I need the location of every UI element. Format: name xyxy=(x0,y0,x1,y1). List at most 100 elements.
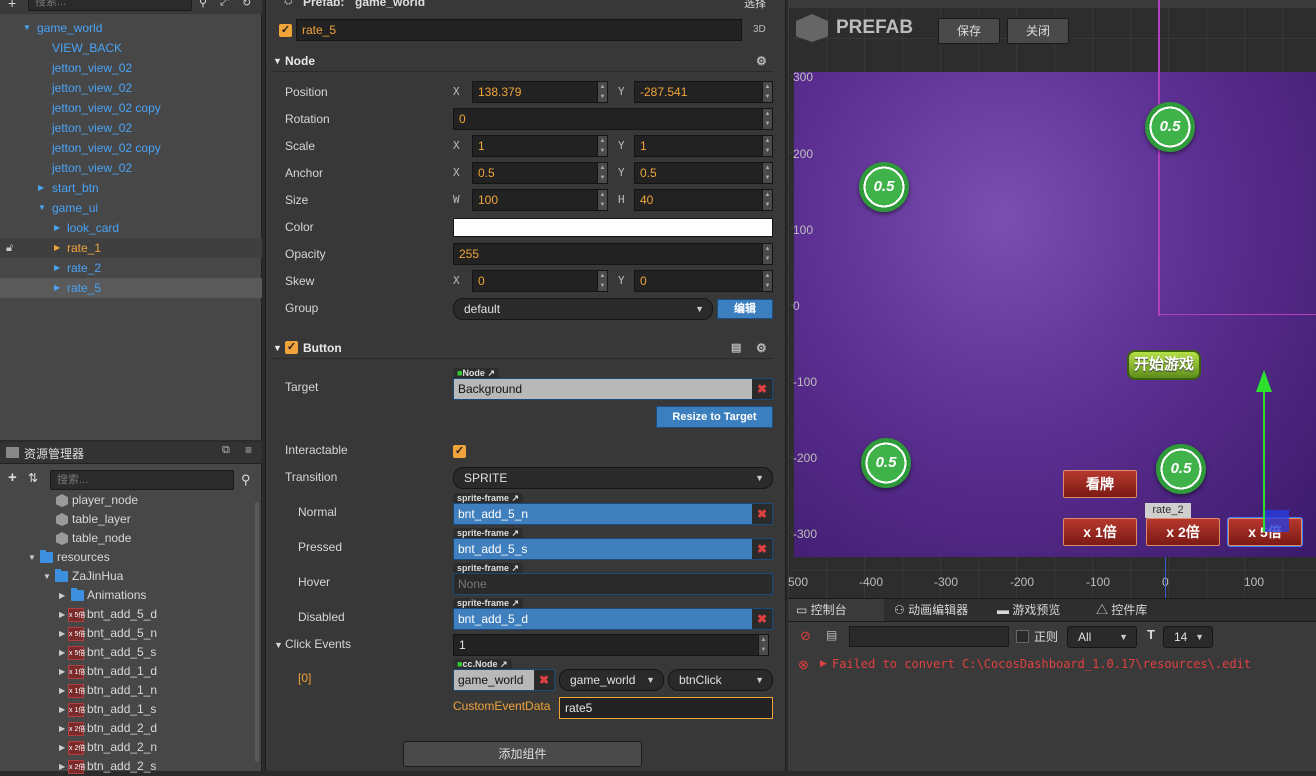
tree-item[interactable]: jetton_view_02 xyxy=(0,118,262,138)
save-button[interactable]: 保存 xyxy=(938,18,1000,44)
look-card-button[interactable]: 看牌 xyxy=(1063,470,1137,498)
expand-arrow-icon[interactable]: ▶ xyxy=(59,586,65,605)
tree-item-look-card[interactable]: ▶ look_card xyxy=(0,218,262,238)
button-section-header[interactable]: ▼ ✓ Button ▤ ⚙ xyxy=(271,337,773,359)
spinner-icon[interactable]: ▲ ▼ xyxy=(762,136,772,156)
disabled-sprite-field[interactable]: bnt_add_5_d ✖ xyxy=(453,608,773,630)
link-icon[interactable]: ↗ xyxy=(497,659,508,669)
expand-arrow-icon[interactable]: ▶ xyxy=(59,738,65,757)
spinner-icon[interactable]: ▲ ▼ xyxy=(762,271,772,291)
tree-item[interactable]: jetton_view_02 xyxy=(0,158,262,178)
close-button[interactable]: 关闭 xyxy=(1007,18,1069,44)
asset-item[interactable]: ▶ x 5倍 bnt_add_5_n xyxy=(0,624,262,643)
asset-folder-zajinhua[interactable]: ▼ ZaJinHua xyxy=(0,567,262,586)
console-filter-input[interactable] xyxy=(849,626,1009,647)
menu-icon[interactable]: ≡ xyxy=(245,443,252,457)
asset-folder-resources[interactable]: ▼ resources xyxy=(0,548,262,567)
collapse-arrow-icon[interactable]: ▼ xyxy=(273,50,282,72)
expand-arrow-icon[interactable]: ▶ xyxy=(59,681,65,700)
link-icon[interactable]: ↗ xyxy=(509,528,520,538)
start-game-button[interactable]: 开始游戏 xyxy=(1127,350,1201,380)
spinner-icon[interactable]: ▲ ▼ xyxy=(762,190,772,210)
node-active-checkbox[interactable]: ✓ xyxy=(279,24,292,37)
link-icon[interactable]: ↗ xyxy=(509,563,520,573)
spinner-icon[interactable]: ▲ ▼ xyxy=(762,109,772,129)
assets-scrollbar[interactable] xyxy=(255,502,259,762)
spinner-icon[interactable]: ▲ ▼ xyxy=(597,136,607,156)
clear-icon[interactable]: ✖ xyxy=(752,504,772,524)
gear-icon[interactable]: ⚙ xyxy=(756,337,767,359)
event-handler-select[interactable]: btnClick ▼ xyxy=(668,669,773,691)
chip-sprite[interactable]: 0.5 xyxy=(1156,444,1206,494)
add-icon[interactable]: + xyxy=(8,0,16,11)
clear-icon[interactable]: ✖ xyxy=(752,379,772,399)
asset-item[interactable]: ▶ x 2倍 btn_add_2_d xyxy=(0,719,262,738)
rate-2-button[interactable]: x 2倍 xyxy=(1146,518,1220,546)
spinner-icon[interactable]: ▲ ▼ xyxy=(762,82,772,102)
tab-animation-editor[interactable]: ⚇ 动画编辑器 xyxy=(886,599,994,621)
skew-y-input[interactable]: 0 ▲ ▼ xyxy=(634,270,773,292)
3d-toggle[interactable]: 3D xyxy=(753,24,766,35)
expand-arrow-icon[interactable]: ▶ xyxy=(59,643,65,662)
tree-item[interactable]: jetton_view_02 xyxy=(0,78,262,98)
expand-arrow-icon[interactable]: ▶ xyxy=(820,658,827,669)
tree-item-rate-1[interactable]: 🔓︎ ▶ rate_1 xyxy=(0,238,262,258)
resize-to-target-button[interactable]: Resize to Target xyxy=(656,406,773,428)
expand-arrow-icon[interactable]: ▼ xyxy=(43,567,51,586)
rotation-input[interactable]: 0 ▲ ▼ xyxy=(453,108,773,130)
book-icon[interactable]: ▤ xyxy=(731,337,741,359)
maximize-icon[interactable]: ⧉ xyxy=(222,444,230,457)
unlock-icon[interactable]: 🔓︎ xyxy=(6,238,13,258)
expand-arrow-icon[interactable]: ▶ xyxy=(54,278,60,298)
click-events-count-input[interactable]: 1 ▲ ▼ xyxy=(453,634,769,656)
collapse-icon[interactable]: ⤢ xyxy=(220,0,229,9)
error-message[interactable]: Failed to convert C:\CocosDashboard_1.0.… xyxy=(832,657,1251,671)
expand-arrow-icon[interactable]: ▼ xyxy=(38,198,46,218)
expand-arrow-icon[interactable]: ▶ xyxy=(54,238,60,258)
tree-item-game-world[interactable]: ▼ game_world xyxy=(0,18,262,38)
select-button[interactable]: 选择 xyxy=(744,0,766,11)
scale-x-input[interactable]: 1 ▲ ▼ xyxy=(472,135,608,157)
gizmo-handle[interactable] xyxy=(1265,510,1289,532)
scene-view[interactable]: PREFAB 保存 关闭 0.5 0.5 0.5 0.5 开始游戏 看牌 rat… xyxy=(788,0,1316,598)
group-select[interactable]: default ▼ xyxy=(453,298,713,320)
skew-x-input[interactable]: 0 ▲ ▼ xyxy=(472,270,608,292)
document-icon[interactable]: ▤ xyxy=(826,628,837,642)
anchor-y-input[interactable]: 0.5 ▲ ▼ xyxy=(634,162,773,184)
spinner-icon[interactable]: ▲ ▼ xyxy=(597,82,607,102)
expand-arrow-icon[interactable]: ▶ xyxy=(59,605,65,624)
rate-1-button[interactable]: x 1倍 xyxy=(1063,518,1137,546)
expand-arrow-icon[interactable]: ▶ xyxy=(59,757,65,776)
refresh-icon[interactable]: ↻ xyxy=(242,0,251,9)
size-height-input[interactable]: 40 ▲ ▼ xyxy=(634,189,773,211)
interactable-checkbox[interactable]: ✓ xyxy=(453,445,466,458)
asset-folder-animations[interactable]: ▶ Animations xyxy=(0,586,262,605)
chip-sprite[interactable]: 0.5 xyxy=(1145,102,1195,152)
tab-console[interactable]: ▭ 控制台 xyxy=(788,599,884,621)
asset-item[interactable]: ▶ x 5倍 bnt_add_5_d xyxy=(0,605,262,624)
spinner-icon[interactable]: ▲ ▼ xyxy=(597,190,607,210)
tab-game-preview[interactable]: ▬ 游戏预览 xyxy=(989,599,1089,621)
gear-icon[interactable]: ⚙ xyxy=(756,50,767,72)
clear-icon[interactable]: ✖ xyxy=(752,539,772,559)
asset-item[interactable]: ▶ x 1倍 btn_add_1_n xyxy=(0,681,262,700)
search-icon[interactable]: ⚲ xyxy=(199,0,207,9)
tree-item[interactable]: jetton_view_02 copy xyxy=(0,138,262,158)
expand-arrow-icon[interactable]: ▶ xyxy=(59,662,65,681)
button-enabled-checkbox[interactable]: ✓ xyxy=(285,341,298,354)
position-y-input[interactable]: -287.541 ▲ ▼ xyxy=(634,81,773,103)
size-width-input[interactable]: 100 ▲ ▼ xyxy=(472,189,608,211)
normal-sprite-field[interactable]: bnt_add_5_n ✖ xyxy=(453,503,773,525)
asset-item[interactable]: ▶ x 2倍 btn_add_2_n xyxy=(0,738,262,757)
hover-sprite-field[interactable]: None xyxy=(453,573,773,595)
expand-arrow-icon[interactable]: ▶ xyxy=(59,624,65,643)
transition-select[interactable]: SPRITE ▼ xyxy=(453,467,773,489)
add-component-button[interactable]: 添加组件 xyxy=(403,741,642,767)
asset-item[interactable]: table_node xyxy=(0,529,262,548)
chip-sprite[interactable]: 0.5 xyxy=(861,438,911,488)
node-name-input[interactable]: rate_5 xyxy=(296,19,742,41)
chip-sprite[interactable]: 0.5 xyxy=(859,162,909,212)
event-node-field[interactable]: game_world ✖ xyxy=(453,669,555,691)
spinner-icon[interactable]: ▲ ▼ xyxy=(597,163,607,183)
regex-checkbox[interactable] xyxy=(1016,630,1029,643)
